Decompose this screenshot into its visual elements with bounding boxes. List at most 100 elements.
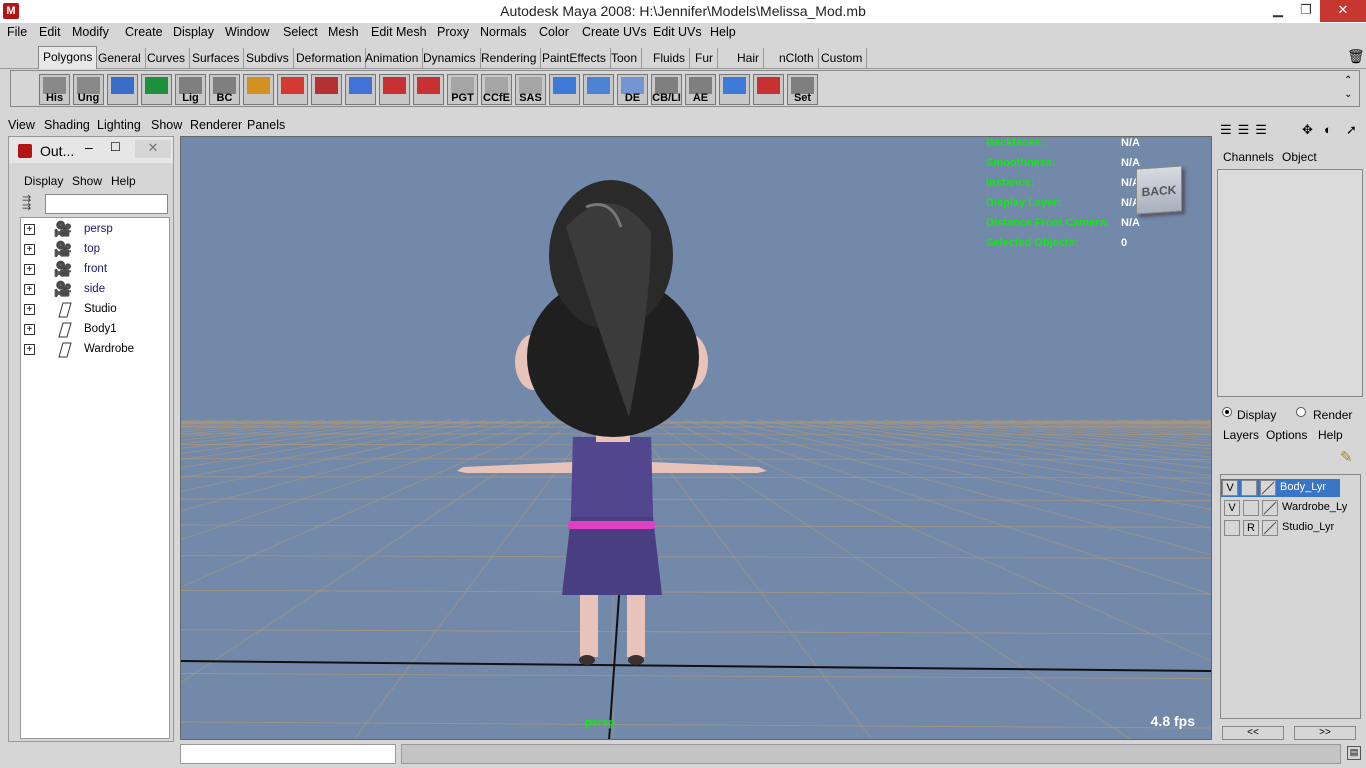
outliner-item-top[interactable]: + 🎥 top [21,240,169,260]
menu-help[interactable]: Help [710,25,736,39]
render-radio[interactable] [1296,407,1306,417]
layer-visibility-toggle[interactable] [1224,520,1240,536]
new-layer-icon[interactable]: ✎ [1340,448,1353,466]
layers-menu-help[interactable]: Help [1318,428,1343,442]
menu-window[interactable]: Window [225,25,269,39]
redo-tool-button[interactable] [277,74,308,105]
outliner-item-body1[interactable]: + Body1 [21,320,169,340]
menu-create-uvs[interactable]: Create UVs [582,25,647,39]
history-tool-button[interactable]: His [39,74,70,105]
close-button[interactable]: ✕ [1320,0,1366,22]
tab-toon[interactable]: Toon [607,48,643,68]
tab-fluids[interactable]: Fluids [649,48,691,68]
outliner-menu-help[interactable]: Help [111,174,136,188]
expand-icon[interactable]: + [24,344,35,355]
tab-curves[interactable]: Curves [143,48,191,68]
tab-deformation[interactable]: Deformation [292,48,367,68]
ungroup-tool-button[interactable]: Ung [73,74,104,105]
menu-select[interactable]: Select [283,25,318,39]
sphere-light-tool-button[interactable] [141,74,172,105]
menu-file[interactable]: File [7,25,27,39]
expand-icon[interactable]: + [24,224,35,235]
restore-button[interactable]: ❐ [1291,0,1321,22]
grid-tool-button[interactable] [345,74,376,105]
outliner-item-studio[interactable]: + Studio [21,300,169,320]
menu-proxy[interactable]: Proxy [437,25,469,39]
outliner-menu-show[interactable]: Show [72,174,102,188]
ccfe-tool-button[interactable]: CCfE [481,74,512,105]
tab-dynamics[interactable]: Dynamics [419,48,481,68]
maximize-button[interactable]: ☐ [110,140,121,154]
layers-menu-options[interactable]: Options [1266,428,1307,442]
plane-tool-button[interactable] [549,74,580,105]
shading-icon[interactable]: ◐ [1324,122,1332,137]
outliner-search-field[interactable] [45,194,168,214]
layer-type-toggle[interactable]: R [1243,520,1259,536]
outliner-item-side[interactable]: + 🎥 side [21,280,169,300]
display-radio[interactable] [1222,407,1232,417]
menu-create[interactable]: Create [125,25,163,39]
panel-menu-lighting[interactable]: Lighting [97,118,141,132]
outliner-titlebar[interactable]: Out... – ☐ ✕ [9,137,173,163]
move-tool-icon[interactable]: ✥ [1302,122,1313,138]
command-input[interactable] [180,744,396,764]
trash-icon[interactable]: 🗑 [1347,48,1365,65]
layers-menu-layers[interactable]: Layers [1223,428,1259,442]
minimize-button[interactable]: ▁ [1263,0,1293,22]
tab-surfaces[interactable]: Surfaces [188,48,245,68]
expand-icon[interactable]: + [24,324,35,335]
filter-icon[interactable]: ⇉ ⇉ [22,194,42,213]
menu-normals[interactable]: Normals [480,25,527,39]
panel-menu-show[interactable]: Show [151,118,182,132]
menu-edit-uvs[interactable]: Edit UVs [653,25,702,39]
menu-color[interactable]: Color [539,25,569,39]
expand-icon[interactable]: + [24,244,35,255]
pick-icon[interactable]: ➚ [1346,122,1357,138]
cube-tool-button[interactable] [107,74,138,105]
transform-tool-button[interactable] [243,74,274,105]
panel-menu-shading[interactable]: Shading [44,118,90,132]
layer-color-swatch[interactable] [1262,500,1278,516]
tab-animation[interactable]: Animation [361,48,424,68]
de-tool-button[interactable]: DE [617,74,648,105]
close-button[interactable]: ✕ [135,140,171,158]
channel-box-toggle-icons[interactable]: ☰☰☰ [1220,122,1273,138]
menu-edit[interactable]: Edit [39,25,61,39]
panel-menu-renderer[interactable]: Renderer [190,118,242,132]
curve-tool-button[interactable] [413,74,444,105]
menu-display[interactable]: Display [173,25,214,39]
menu-edit-mesh[interactable]: Edit Mesh [371,25,427,39]
outliner-item-persp[interactable]: + 🎥 persp [21,220,169,240]
perspective-viewport[interactable]: Backfaces: N/A Smoothness: N/A Instance: N/A D… [180,136,1212,740]
tab-general[interactable]: General [94,48,146,68]
outliner-item-wardrobe[interactable]: + Wardrobe [21,340,169,360]
tab-channels[interactable]: Channels [1223,150,1274,164]
scroll-right-button[interactable]: >> [1294,726,1356,740]
tab-rendering[interactable]: Rendering [477,48,542,68]
panel-menu-view[interactable]: View [8,118,35,132]
tab-subdivs[interactable]: Subdivs [242,48,294,68]
layer-row-body_lyr[interactable]: V Body_Lyr [1221,479,1340,497]
light-tool-button[interactable]: Lig [175,74,206,105]
minimize-button[interactable]: – [85,139,93,155]
back-button[interactable]: BACK [1136,165,1182,215]
layer-type-toggle[interactable] [1243,500,1259,516]
scroll-left-button[interactable]: << [1222,726,1284,740]
bc-tool-button[interactable]: BC [209,74,240,105]
layer-color-swatch[interactable] [1260,480,1276,496]
tab-ncloth[interactable]: nCloth [775,48,819,68]
nvu-tool-button[interactable] [379,74,410,105]
pgt-tool-button[interactable]: PGT [447,74,478,105]
outliner-menu-display[interactable]: Display [24,174,63,188]
expand-icon[interactable]: + [24,284,35,295]
menu-mesh[interactable]: Mesh [328,25,359,39]
menu-modify[interactable]: Modify [72,25,109,39]
panel-menu-panels[interactable]: Panels [247,118,285,132]
shelf-scroll[interactable]: ⌃ ⌄ [1344,74,1352,102]
ae-tool-button[interactable]: AE [685,74,716,105]
layer-color-swatch[interactable] [1262,520,1278,536]
wrap-tool-button[interactable] [719,74,750,105]
expand-icon[interactable]: + [24,304,35,315]
tab-painteffects[interactable]: PaintEffects [538,48,611,68]
cb-tool-button[interactable]: CB/LI [651,74,682,105]
